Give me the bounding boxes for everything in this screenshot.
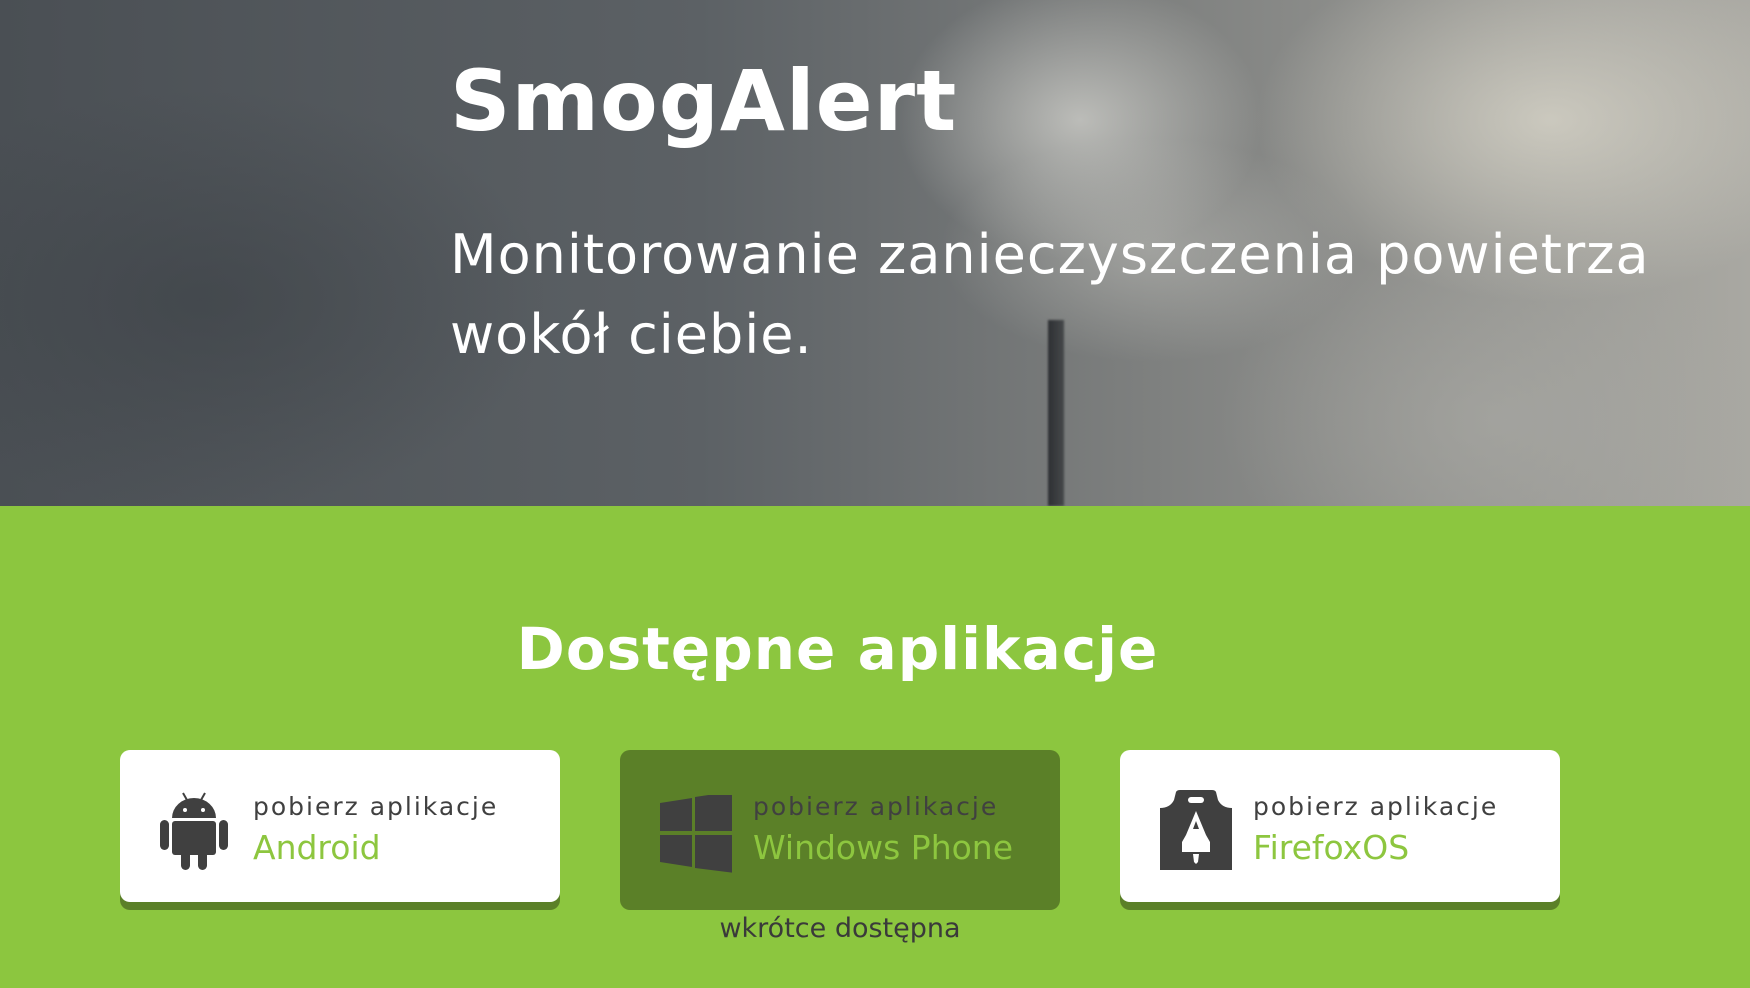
firefox-marketplace-icon: [1160, 790, 1232, 870]
firefoxos-download-button[interactable]: pobierz aplikacje FirefoxOS: [1120, 750, 1560, 902]
windows-icon: [660, 795, 732, 873]
android-prefix: pobierz aplikacje: [253, 792, 499, 821]
site-title: SmogAlert: [450, 52, 958, 150]
apps-heading: Dostępne aplikacje: [516, 615, 1159, 683]
hero-banner: SmogAlert Monitorowanie zanieczyszczenia…: [0, 0, 1750, 506]
hero-subtitle: Monitorowanie zanieczyszczenia powietrza…: [450, 223, 1650, 366]
android-label: Android: [253, 828, 381, 867]
windows-label: Windows Phone: [753, 828, 1014, 867]
firefoxos-prefix: pobierz aplikacje: [1253, 792, 1499, 821]
android-icon: [160, 792, 228, 870]
coming-soon-note: wkrótce dostępna: [719, 913, 961, 944]
windows-prefix: pobierz aplikacje: [753, 792, 999, 821]
windows-phone-download-button[interactable]: pobierz aplikacje Windows Phone: [620, 750, 1060, 910]
firefoxos-label: FirefoxOS: [1253, 828, 1410, 867]
android-download-button[interactable]: pobierz aplikacje Android: [120, 750, 560, 902]
